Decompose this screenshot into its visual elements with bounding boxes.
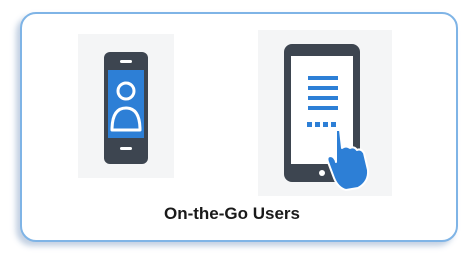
tablet-touch-icon	[284, 44, 370, 191]
caption-on-the-go-users: On-the-Go Users	[163, 204, 301, 223]
phone-icon-tile	[78, 34, 174, 178]
tablet-icon-tile	[258, 30, 392, 196]
smartphone-user-icon	[104, 52, 148, 164]
page: On-the-Go Users	[0, 0, 464, 257]
